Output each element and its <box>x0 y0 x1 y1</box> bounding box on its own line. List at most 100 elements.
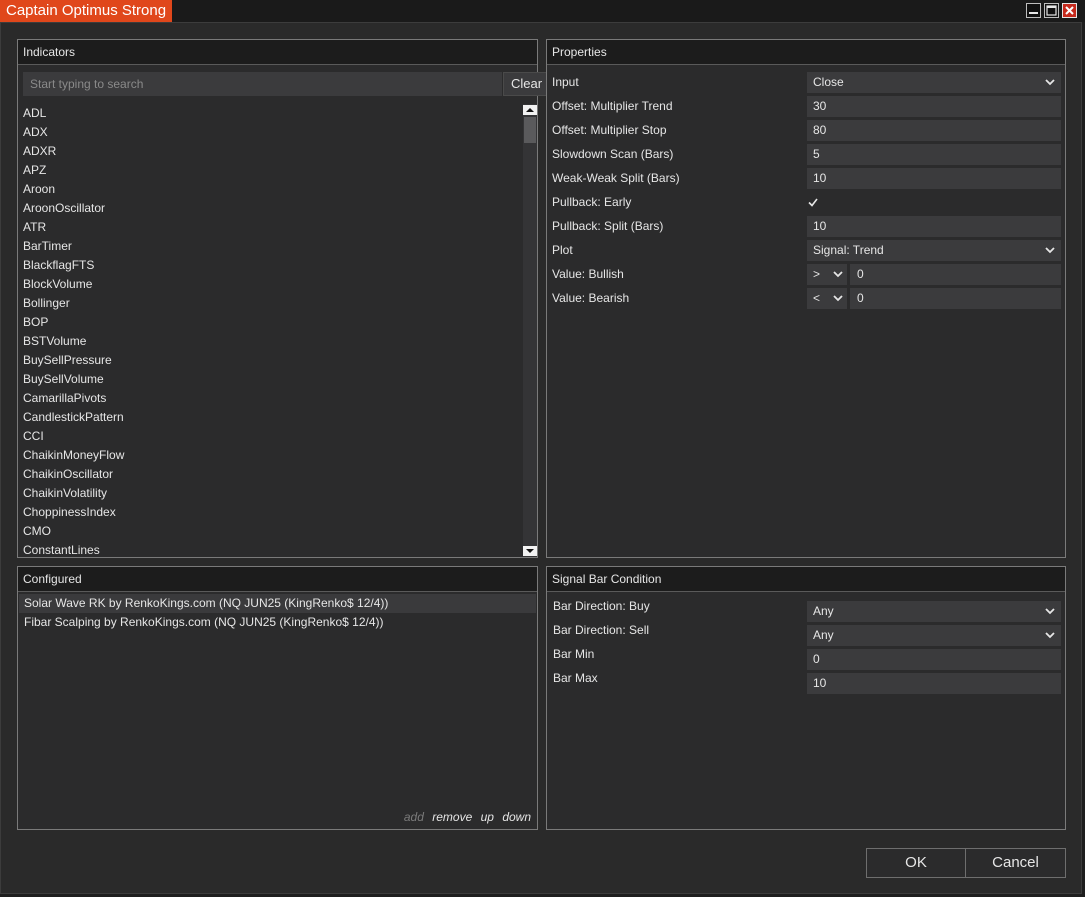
property-row-value-bearish: Value: Bearish < 0 <box>552 287 1062 309</box>
scroll-thumb[interactable] <box>524 117 536 143</box>
list-item[interactable]: Aroon <box>23 180 523 199</box>
plot-label: Plot <box>552 243 573 257</box>
plot-select[interactable]: Signal: Trend <box>807 240 1061 261</box>
list-item[interactable]: ChaikinMoneyFlow <box>23 446 523 465</box>
dir-buy-value: Any <box>813 604 834 618</box>
list-item[interactable]: BlackflagFTS <box>23 256 523 275</box>
maximize-icon <box>1046 5 1057 16</box>
search-box[interactable] <box>23 72 502 96</box>
signal-row-bar-min: Bar Min 0 <box>553 645 1063 670</box>
up-link[interactable]: up <box>481 810 494 824</box>
list-item[interactable]: ADL <box>23 104 523 123</box>
bullish-operator-select[interactable]: > <box>807 264 847 285</box>
scroll-down-button[interactable] <box>523 546 537 556</box>
weak-split-field[interactable]: 10 <box>807 168 1061 189</box>
list-item[interactable]: ChaikinOscillator <box>23 465 523 484</box>
list-item[interactable]: ADXR <box>23 142 523 161</box>
offset-trend-label: Offset: Multiplier Trend <box>552 99 673 113</box>
list-item[interactable]: CMO <box>23 522 523 541</box>
property-row-pullback-early: Pullback: Early <box>552 191 1062 213</box>
dir-sell-select[interactable]: Any <box>807 625 1061 646</box>
maximize-button[interactable] <box>1044 3 1059 18</box>
property-row-input: Input Close <box>552 71 1062 93</box>
bullish-value-field[interactable]: 0 <box>850 264 1061 285</box>
slowdown-label: Slowdown Scan (Bars) <box>552 147 674 161</box>
list-item[interactable]: ATR <box>23 218 523 237</box>
clear-button[interactable]: Clear <box>503 72 550 96</box>
configured-panel: Configured Solar Wave RK by RenkoKings.c… <box>17 566 538 830</box>
indicators-panel: Indicators Clear ADL ADX ADXR APZ Aroon … <box>17 39 550 558</box>
property-row-slowdown: Slowdown Scan (Bars) 5 <box>552 143 1062 165</box>
configured-item-selected[interactable]: Solar Wave RK by RenkoKings.com (NQ JUN2… <box>19 594 536 613</box>
pullback-early-checkbox[interactable] <box>807 196 819 208</box>
configured-header: Configured <box>18 567 537 592</box>
indicator-list[interactable]: ADL ADX ADXR APZ Aroon AroonOscillator A… <box>23 104 523 557</box>
plot-value: Signal: Trend <box>813 243 884 257</box>
property-row-offset-trend: Offset: Multiplier Trend 30 <box>552 95 1062 117</box>
list-item[interactable]: BlockVolume <box>23 275 523 294</box>
list-item[interactable]: BarTimer <box>23 237 523 256</box>
pullback-split-field[interactable]: 10 <box>807 216 1061 237</box>
list-item[interactable]: BOP <box>23 313 523 332</box>
minimize-button[interactable] <box>1026 3 1041 18</box>
bar-max-label: Bar Max <box>553 671 598 685</box>
scroll-up-button[interactable] <box>523 105 537 115</box>
property-row-value-bullish: Value: Bullish > 0 <box>552 263 1062 285</box>
search-input[interactable] <box>23 72 502 96</box>
property-row-plot: Plot Signal: Trend <box>552 239 1062 261</box>
bearish-value-field[interactable]: 0 <box>850 288 1061 309</box>
bearish-operator-select[interactable]: < <box>807 288 847 309</box>
window-title: Captain Optimus Strong <box>0 0 173 22</box>
close-icon <box>1065 6 1074 15</box>
list-item[interactable]: ADX <box>23 123 523 142</box>
list-item[interactable]: ConstantLines <box>23 541 523 557</box>
list-item[interactable]: ChaikinVolatility <box>23 484 523 503</box>
list-item[interactable]: BuySellVolume <box>23 370 523 389</box>
bar-max-field[interactable]: 10 <box>807 673 1061 694</box>
signal-row-dir-sell: Bar Direction: Sell Any <box>553 621 1063 646</box>
close-button[interactable] <box>1062 3 1077 18</box>
signal-row-dir-buy: Bar Direction: Buy Any <box>553 597 1063 622</box>
list-item[interactable]: CamarillaPivots <box>23 389 523 408</box>
arrow-down-icon <box>526 549 534 553</box>
chevron-down-icon <box>1045 247 1055 254</box>
indicators-header: Indicators <box>18 40 537 65</box>
signal-bar-panel: Signal Bar Condition Bar Direction: Buy … <box>546 566 1066 830</box>
list-item[interactable]: CandlestickPattern <box>23 408 523 427</box>
chevron-down-icon <box>833 295 843 302</box>
title-bar: Captain Optimus Strong <box>0 0 1085 22</box>
slowdown-field[interactable]: 5 <box>807 144 1061 165</box>
add-link[interactable]: add <box>404 810 424 824</box>
input-label: Input <box>552 75 579 89</box>
bar-min-label: Bar Min <box>553 647 595 661</box>
remove-link[interactable]: remove <box>432 810 472 824</box>
chevron-down-icon <box>1045 632 1055 639</box>
signal-row-bar-max: Bar Max 10 <box>553 669 1063 694</box>
dir-buy-label: Bar Direction: Buy <box>553 599 650 613</box>
offset-trend-field[interactable]: 30 <box>807 96 1061 117</box>
list-item[interactable]: BuySellPressure <box>23 351 523 370</box>
dir-sell-label: Bar Direction: Sell <box>553 623 650 637</box>
chevron-down-icon <box>1045 79 1055 86</box>
offset-stop-field[interactable]: 80 <box>807 120 1061 141</box>
pullback-early-label: Pullback: Early <box>552 195 632 209</box>
list-item[interactable]: Bollinger <box>23 294 523 313</box>
indicator-scrollbar[interactable] <box>523 104 537 557</box>
list-item[interactable]: BSTVolume <box>23 332 523 351</box>
bullish-operator-value: > <box>813 267 821 281</box>
list-item[interactable]: ChoppinessIndex <box>23 503 523 522</box>
down-link[interactable]: down <box>502 810 531 824</box>
list-item[interactable]: CCI <box>23 427 523 446</box>
ok-button[interactable]: OK <box>866 848 966 878</box>
input-select[interactable]: Close <box>807 72 1061 93</box>
property-row-offset-stop: Offset: Multiplier Stop 80 <box>552 119 1062 141</box>
list-item[interactable]: APZ <box>23 161 523 180</box>
cancel-button[interactable]: Cancel <box>965 848 1066 878</box>
list-item[interactable]: AroonOscillator <box>23 199 523 218</box>
configured-item[interactable]: Fibar Scalping by RenkoKings.com (NQ JUN… <box>19 613 536 632</box>
value-bullish-label: Value: Bullish <box>552 267 624 281</box>
dir-buy-select[interactable]: Any <box>807 601 1061 622</box>
bar-min-field[interactable]: 0 <box>807 649 1061 670</box>
signal-bar-header: Signal Bar Condition <box>547 567 1065 592</box>
arrow-up-icon <box>526 108 534 112</box>
